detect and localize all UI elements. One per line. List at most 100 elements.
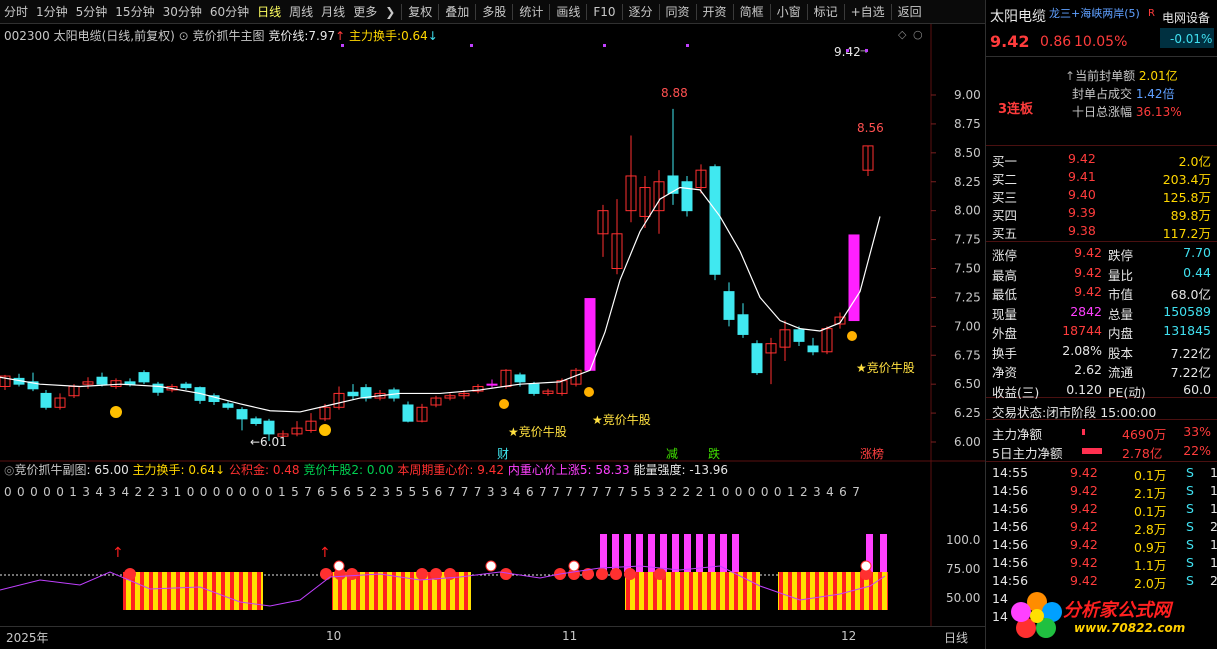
toolbar-action-7[interactable]: 同资 <box>662 0 694 24</box>
tick-time: 14:56 <box>992 573 1029 588</box>
money-bag-icon[interactable] <box>847 331 857 341</box>
r-flag: R <box>1148 8 1155 19</box>
price-tick-label: 7.25 <box>954 290 981 304</box>
toolbar-action-5[interactable]: F10 <box>589 0 619 24</box>
period-tab-8[interactable]: 月线 <box>317 0 349 24</box>
candle-body[interactable] <box>222 403 234 408</box>
sub-axis-label: 100.0 <box>946 533 980 547</box>
toolbar-divider <box>843 3 845 20</box>
period-tab-6[interactable]: 日线 <box>253 0 285 24</box>
candle-body[interactable] <box>96 376 108 385</box>
candle-body[interactable] <box>263 420 275 435</box>
price-pct: 10.05% <box>1074 34 1128 50</box>
period-tab-4[interactable]: 30分钟 <box>159 0 206 24</box>
toolbar-action-9[interactable]: 简框 <box>736 0 768 24</box>
candle-body[interactable] <box>723 291 735 320</box>
candle-body[interactable] <box>807 345 819 353</box>
chart-canvas[interactable]: 9.00 8.75 8.50 8.25 8.00 7.75 7.50 7.25 7.00 6.75… <box>0 24 985 626</box>
toolbar-action-4[interactable]: 画线 <box>552 0 584 24</box>
event-marker[interactable]: 减 <box>666 447 678 461</box>
tick-row[interactable]: 14:56 9.42 0.1万 S 1 <box>986 500 1217 519</box>
period-tab-7[interactable]: 周线 <box>285 0 317 24</box>
diamond-icon[interactable]: ◇ <box>898 28 907 41</box>
candle-body[interactable] <box>848 234 860 322</box>
bid-row[interactable]: 买五 9.38 117.2万 <box>986 222 1217 241</box>
toolbar-action-13[interactable]: 返回 <box>894 0 926 24</box>
tick-row[interactable]: 14:56 9.42 2.1万 S 1 <box>986 482 1217 501</box>
tick-row[interactable]: 14 <box>986 608 1217 626</box>
period-tab-2[interactable]: 5分钟 <box>72 0 112 24</box>
bid-row[interactable]: 买三 9.40 125.8万 <box>986 186 1217 205</box>
toolbar-action-11[interactable]: 标记 <box>810 0 842 24</box>
ten-day-row: 十日总涨幅 36.13% <box>1072 103 1182 120</box>
toolbar-action-3[interactable]: 统计 <box>515 0 547 24</box>
candle-body[interactable] <box>793 329 805 342</box>
signal-dot <box>341 44 344 47</box>
toolbar-action-6[interactable]: 逐分 <box>625 0 657 24</box>
stat-row: 外盘 18744 内盘 131845 <box>986 322 1217 341</box>
bid-row[interactable]: 买四 9.39 89.8万 <box>986 204 1217 223</box>
stat-value: 9.42 <box>1074 245 1102 260</box>
signal-ball <box>610 568 622 580</box>
bid-row[interactable]: 买一 9.42 2.0亿 <box>986 150 1217 169</box>
candle-body[interactable] <box>584 298 596 371</box>
toolbar-action-10[interactable]: 小窗 <box>773 0 805 24</box>
period-tab-3[interactable]: 15分钟 <box>111 0 158 24</box>
candle-body[interactable] <box>40 392 52 408</box>
event-marker[interactable]: 财 <box>497 447 509 461</box>
bid-label: 买五 <box>992 226 1018 241</box>
tick-row[interactable]: 14:56 9.42 2.0万 S 2 <box>986 572 1217 591</box>
tick-time: 14:56 <box>992 501 1029 516</box>
candle-body[interactable] <box>236 409 248 420</box>
candle-body[interactable] <box>124 381 136 385</box>
smiley-icon[interactable] <box>319 424 331 436</box>
flow-bar <box>1082 448 1102 454</box>
tick-row[interactable]: 14:55 9.42 0.1万 S 1 <box>986 464 1217 483</box>
bid-row[interactable]: 买二 9.41 203.4万 <box>986 168 1217 187</box>
circle-icon[interactable]: ○ <box>913 28 923 41</box>
candle-body[interactable] <box>347 391 359 397</box>
candle-body[interactable] <box>486 383 498 386</box>
candle-body[interactable] <box>751 343 763 374</box>
low-label: ←6.01 <box>250 435 287 449</box>
candle-body[interactable] <box>709 166 721 275</box>
smiley-icon[interactable] <box>110 406 122 418</box>
flow-value: 2.78亿 <box>1122 446 1163 461</box>
tick-row[interactable]: 14:56 9.42 2.8万 S 2 <box>986 518 1217 537</box>
more-chevron-icon[interactable]: ❯ <box>381 0 399 24</box>
candle-body[interactable] <box>152 383 164 393</box>
candle-body[interactable] <box>737 314 749 335</box>
money-bag-icon[interactable] <box>499 399 509 409</box>
signal-ball <box>320 568 332 580</box>
ten-day: 36.13% <box>1135 105 1182 119</box>
candle-body[interactable] <box>667 175 679 194</box>
candle-body[interactable] <box>138 372 150 383</box>
stat-label: 现量 <box>992 306 1018 322</box>
toolbar-action-2[interactable]: 多股 <box>478 0 510 24</box>
sector-name[interactable]: 电网设备 <box>1162 9 1210 26</box>
period-tab-5[interactable]: 60分钟 <box>206 0 253 24</box>
period-tab-0[interactable]: 分时 <box>0 0 32 24</box>
toolbar-action-1[interactable]: 叠加 <box>441 0 473 24</box>
tick-row[interactable]: 14:56 9.42 0.9万 S 1 <box>986 536 1217 555</box>
toolbar-action-8[interactable]: 开资 <box>699 0 731 24</box>
candle-body[interactable] <box>528 383 540 394</box>
concept-tag[interactable]: 龙三+海峡两岸(5) <box>1049 5 1140 21</box>
candle-body[interactable] <box>681 181 693 212</box>
toolbar-action-0[interactable]: 复权 <box>404 0 436 24</box>
toolbar-action-12[interactable]: +自选 <box>847 0 889 24</box>
period-tab-9[interactable]: 更多 <box>349 0 381 24</box>
money-bag-icon[interactable] <box>584 387 594 397</box>
chart-area[interactable]: 002300 太阳电缆(日线,前复权) ⊙ 竞价抓牛主图 竞价线:7.97↑ 主… <box>0 24 985 626</box>
period-tab-1[interactable]: 1分钟 <box>32 0 72 24</box>
event-marker[interactable]: 跌 <box>708 446 720 461</box>
tick-row[interactable]: 14:56 9.42 1.1万 S 1 <box>986 554 1217 573</box>
candle-body[interactable] <box>514 374 526 383</box>
candle-body[interactable] <box>250 418 262 424</box>
month-12-label: 12 <box>841 629 857 643</box>
tick-row[interactable]: 14 <box>986 590 1217 608</box>
tick-side: S <box>1186 555 1194 570</box>
event-marker[interactable]: 涨榜 <box>860 446 884 461</box>
candle-body[interactable] <box>180 383 192 389</box>
candle-body[interactable] <box>402 404 414 422</box>
